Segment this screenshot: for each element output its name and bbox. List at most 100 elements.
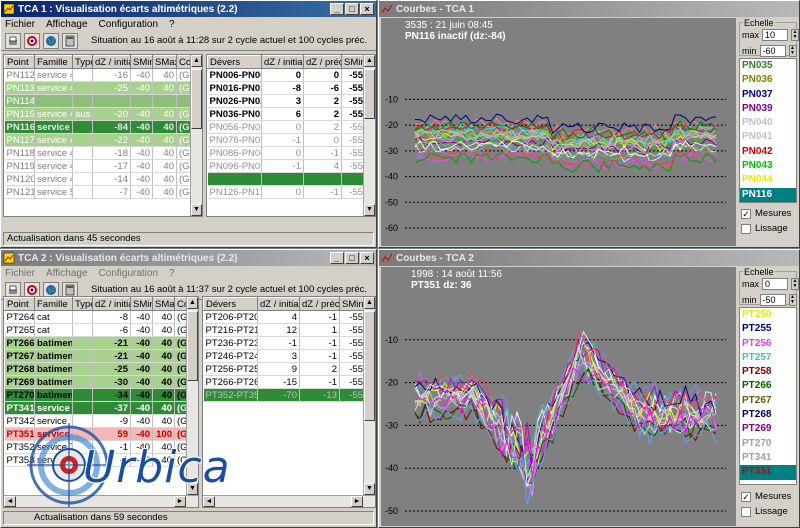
table-row[interactable]: PT268batiment-25-4040(Gr xyxy=(4,362,189,376)
legend-item[interactable]: PT255 xyxy=(740,322,796,336)
minimize-button[interactable]: _ xyxy=(330,252,344,264)
legend-item[interactable]: PN040 xyxy=(740,116,796,130)
table-row[interactable]: PN114 xyxy=(4,94,193,108)
table-row[interactable]: PT236-PT235-1-1-55 xyxy=(203,336,366,350)
printer-icon[interactable] xyxy=(5,32,21,49)
col-dz-initial[interactable]: dZ / initial xyxy=(92,55,131,69)
menu-affichage[interactable]: Affichage xyxy=(46,19,88,30)
mesures-checkbox[interactable]: ✓ Mesures xyxy=(741,489,791,504)
table-row[interactable]: PT206-PT2054-1-55 xyxy=(203,310,366,324)
col-type[interactable]: Type xyxy=(72,55,93,69)
table-row[interactable]: PN036-PN03562-55 xyxy=(207,107,366,121)
table-row[interactable] xyxy=(207,172,366,186)
vertical-scrollbar[interactable]: ▲ ▼ xyxy=(190,55,202,216)
mesures-check[interactable]: ✓ xyxy=(741,491,751,502)
legend-item[interactable]: PT341 xyxy=(740,451,796,465)
table-row[interactable]: PN116service dave-84-4040(Gr xyxy=(4,120,193,134)
table-row[interactable]: PT264cat-8-4040(Gr xyxy=(4,310,189,324)
legend-item[interactable]: PT256 xyxy=(740,337,796,351)
legend-item[interactable]: PT267 xyxy=(740,394,796,408)
table-row[interactable]: PT246-PT2453-1-55 xyxy=(203,349,366,363)
table-row[interactable]: PN016-PN015-8-6-55 xyxy=(207,81,366,95)
table-row[interactable]: PN076-PN075-10-55 xyxy=(207,133,366,147)
close-button[interactable]: × xyxy=(360,3,374,15)
legend-item[interactable]: PN116 xyxy=(740,187,796,202)
col-famille[interactable]: Famille xyxy=(34,55,73,69)
menu-help[interactable]: ? xyxy=(169,268,175,279)
table-row[interactable]: PN113service 4-25-4040(Gra xyxy=(4,81,193,95)
vertical-scrollbar[interactable]: ▲ ▼ xyxy=(363,297,375,507)
legend-item[interactable]: PT250 xyxy=(740,308,796,322)
col-devers[interactable]: Dévers xyxy=(207,55,262,69)
legend-item[interactable]: PT270 xyxy=(740,437,796,451)
table-row[interactable]: PT352-PT351-70-13-55 xyxy=(203,388,366,402)
min-input[interactable]: -60 xyxy=(759,45,786,57)
globe-icon[interactable] xyxy=(43,32,59,49)
table-row[interactable]: PT267batiment-21-4040(Gr xyxy=(4,349,189,363)
table-row[interactable]: PT341service-37-4040(Gr xyxy=(4,401,189,415)
courbes2-chart[interactable]: 1998 : 14 août 11:56 PT351 dz: 36 -10 -20… xyxy=(381,267,736,526)
col-dz-prec[interactable]: dZ / préc xyxy=(303,55,342,69)
col-smin[interactable]: SMin xyxy=(339,297,366,311)
courbes1-chart[interactable]: 3535 : 21 juin 08:45 PN116 inactif (dz:-… xyxy=(381,18,736,246)
table-row[interactable]: PN096-PN095-14-55 xyxy=(207,159,366,173)
legend-item[interactable]: PT269 xyxy=(740,422,796,436)
mesures-checkbox[interactable]: ✓ Mesures xyxy=(741,206,791,221)
table-row[interactable]: PT270batiment-34-4040(Gr xyxy=(4,388,189,402)
tca2-titlebar[interactable]: TCA 2 : Visualisation écarts altimétriqu… xyxy=(1,250,376,266)
col-point[interactable]: Point xyxy=(4,297,35,311)
legend-item[interactable]: PT257 xyxy=(740,351,796,365)
col-type[interactable]: Type xyxy=(72,297,93,311)
col-smin[interactable]: SMin xyxy=(341,55,366,69)
table-row[interactable]: PN118service 4-18-4040(Gra xyxy=(4,146,193,160)
table-row[interactable]: PN120service 4-14-4040(Gra xyxy=(4,172,193,186)
minimize-button[interactable]: _ xyxy=(330,3,344,15)
menu-fichier[interactable]: Fichier xyxy=(5,19,35,30)
legend-item[interactable]: PT351 xyxy=(740,465,796,480)
table-row[interactable]: PT266-PT265-15-1-55 xyxy=(203,375,366,389)
courbes1-titlebar[interactable]: Courbes - TCA 1 xyxy=(379,1,799,17)
table-row[interactable]: PN026-PN02532-55 xyxy=(207,94,366,108)
max-spinner[interactable]: ▲ ▼ xyxy=(791,29,799,41)
lissage-check[interactable] xyxy=(741,223,751,234)
lissage-check[interactable] xyxy=(741,506,751,517)
table-row[interactable]: PN006-PN00500-55 xyxy=(207,68,366,82)
table-row[interactable]: PT266batiment-21-4040(Gr xyxy=(4,336,189,350)
lissage-checkbox[interactable]: Lissage xyxy=(741,221,791,236)
menu-affichage[interactable]: Affichage xyxy=(46,268,88,279)
table-row[interactable]: PN119service 4-17-4040(Gra xyxy=(4,159,193,173)
table-row[interactable]: PN117service 4-22-4040(Gra xyxy=(4,133,193,147)
legend-item[interactable]: PN035 xyxy=(740,59,796,73)
max-input[interactable]: 10 xyxy=(762,29,789,41)
col-dz-initial[interactable]: dZ / initial xyxy=(257,297,300,311)
table-row[interactable]: PN056-PN05502-55 xyxy=(207,120,366,134)
mesures-check[interactable]: ✓ xyxy=(741,208,751,219)
col-smin[interactable]: SMin xyxy=(130,297,153,311)
col-famille[interactable]: Famille xyxy=(34,297,73,311)
col-dz-prec[interactable]: dZ / préc xyxy=(299,297,340,311)
table-row[interactable]: PN121service 5-7-4040(Gra xyxy=(4,185,193,199)
legend-item[interactable]: PT258 xyxy=(740,365,796,379)
menu-fichier[interactable]: Fichier xyxy=(5,268,35,279)
legend-item[interactable]: PT268 xyxy=(740,408,796,422)
legend-item[interactable]: PN039 xyxy=(740,102,796,116)
max-spinner[interactable]: ▲ ▼ xyxy=(791,278,799,290)
menu-configuration[interactable]: Configuration xyxy=(99,19,158,30)
legend-item[interactable]: PN041 xyxy=(740,130,796,144)
table-row[interactable]: PT265cat-6-4040(Gr xyxy=(4,323,189,337)
target-icon[interactable] xyxy=(24,32,40,49)
menu-help[interactable]: ? xyxy=(169,19,175,30)
table-row[interactable]: PT269batiment-30-4040(Gr xyxy=(4,375,189,389)
legend-item[interactable]: PN037 xyxy=(740,88,796,102)
col-smin[interactable]: SMin xyxy=(130,55,153,69)
legend-item[interactable]: PN036 xyxy=(740,73,796,87)
maximize-button[interactable]: □ xyxy=(345,252,359,264)
table-row[interactable]: PN126-PN1250-1-55 xyxy=(207,185,366,199)
menu-configuration[interactable]: Configuration xyxy=(99,268,158,279)
legend-item[interactable]: PN042 xyxy=(740,145,796,159)
col-smax[interactable]: SMax xyxy=(152,55,177,69)
calculator-icon[interactable] xyxy=(62,32,78,49)
close-button[interactable]: × xyxy=(360,252,374,264)
table-row[interactable]: PT256-PT25592-55 xyxy=(203,362,366,376)
col-point[interactable]: Point xyxy=(4,55,35,69)
